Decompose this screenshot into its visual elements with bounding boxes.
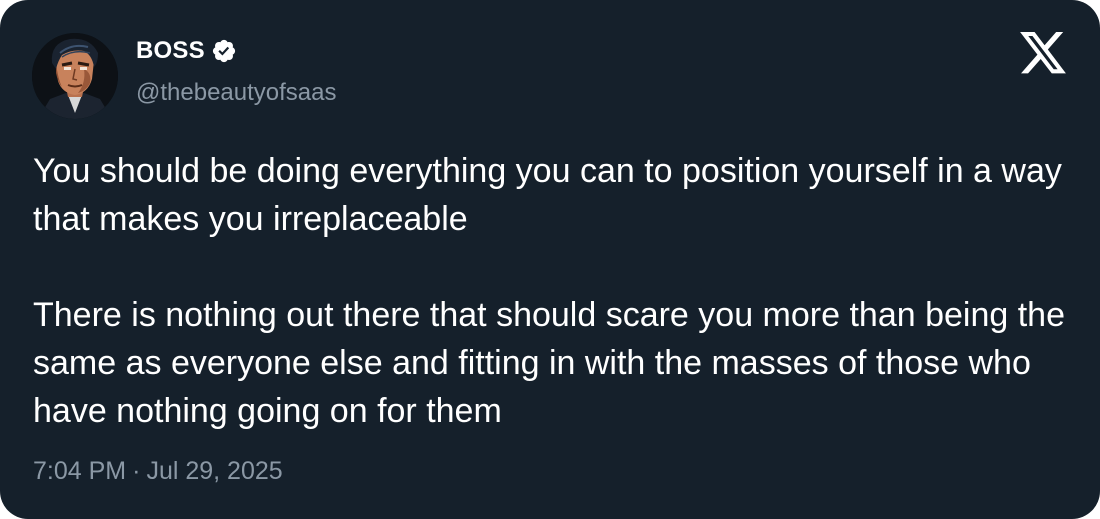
tweet-date: Jul 29, 2025 [146, 457, 283, 485]
timestamp-separator: · [132, 457, 141, 485]
tweet-card: BOSS @thebeautyofsaas You should be doin… [0, 0, 1100, 519]
avatar[interactable] [32, 33, 118, 119]
display-name[interactable]: BOSS [136, 37, 205, 65]
tweet-paragraph-1: You should be doing everything you can t… [33, 152, 1062, 238]
tweet-time: 7:04 PM [33, 457, 127, 485]
verified-badge-icon [211, 38, 237, 64]
tweet-text: You should be doing everything you can t… [33, 147, 1078, 435]
user-handle[interactable]: @thebeautyofsaas [136, 79, 337, 107]
author-name-row: BOSS [136, 33, 237, 69]
comic-portrait-avatar-icon [32, 33, 118, 119]
x-logo-icon[interactable] [1020, 32, 1066, 74]
tweet-paragraph-2: There is nothing out there that should s… [33, 296, 1065, 430]
tweet-timestamp[interactable]: 7:04 PM · Jul 29, 2025 [33, 457, 283, 486]
